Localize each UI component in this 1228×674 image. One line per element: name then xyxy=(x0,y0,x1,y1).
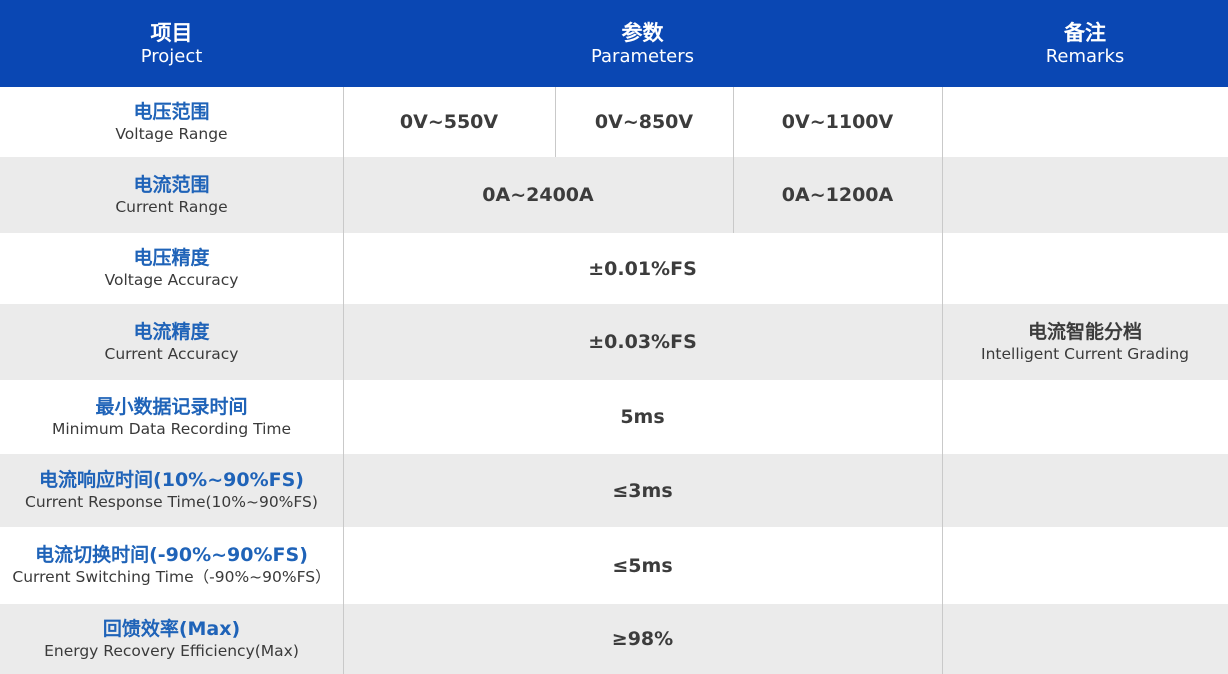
value-text: 0V~550V xyxy=(399,111,499,133)
value-cell: 0V~550V xyxy=(343,87,555,157)
column-divider xyxy=(343,87,344,674)
row-label: 电压精度 Voltage Accuracy xyxy=(0,233,343,304)
table-row-voltage-range: 电压范围 Voltage Range 0V~550V 0V~850V 0V~11… xyxy=(0,87,1228,157)
value-cell: ≥98% xyxy=(343,604,942,674)
column-divider xyxy=(733,87,734,233)
row-label-cn: 电流响应时间(10%~90%FS) xyxy=(39,469,304,491)
remark-cn: 电流智能分档 xyxy=(1027,320,1142,343)
header-remarks: 备注 Remarks xyxy=(942,0,1228,87)
header-project-en: Project xyxy=(140,45,203,67)
row-label-cn: 电压范围 xyxy=(133,100,210,123)
header-project-cn: 项目 xyxy=(150,20,193,45)
row-label-cn: 电流精度 xyxy=(133,320,210,343)
row-label-en: Current Accuracy xyxy=(104,344,239,363)
value-text: 5ms xyxy=(620,406,665,428)
column-divider xyxy=(555,87,556,157)
row-label-cn: 电流切换时间(-90%~90%FS) xyxy=(35,544,308,566)
row-label-en: Current Range xyxy=(115,197,228,216)
header-parameters-cn: 参数 xyxy=(621,20,664,45)
row-label-en: Minimum Data Recording Time xyxy=(51,419,292,438)
value-text: 0V~1100V xyxy=(781,111,894,133)
value-cell: 0A~2400A xyxy=(343,157,733,233)
value-text: ≤5ms xyxy=(612,554,673,577)
value-text: 0A~1200A xyxy=(781,184,894,206)
row-label-en: Voltage Range xyxy=(115,124,228,143)
value-cell: ±0.03%FS xyxy=(343,304,942,380)
row-label-en: Current Response Time(10%~90%FS) xyxy=(25,493,318,511)
column-divider xyxy=(942,87,943,674)
header-remarks-cn: 备注 xyxy=(1064,20,1106,45)
value-text: ≤3ms xyxy=(612,479,673,502)
row-label: 电流精度 Current Accuracy xyxy=(0,304,343,380)
value-cell: ≤3ms xyxy=(343,454,942,527)
table-row-current-switching-time: 电流切换时间(-90%~90%FS) Current Switching Tim… xyxy=(0,527,1228,604)
row-label: 电压范围 Voltage Range xyxy=(0,87,343,157)
remark-cell: 电流智能分档 Intelligent Current Grading xyxy=(942,304,1228,380)
remark-en: Intelligent Current Grading xyxy=(981,344,1189,363)
value-cell: 0A~1200A xyxy=(733,157,942,233)
header-remarks-en: Remarks xyxy=(1045,45,1125,67)
row-label-cn: 最小数据记录时间 xyxy=(95,395,248,418)
row-label: 电流范围 Current Range xyxy=(0,157,343,233)
value-text: 0V~850V xyxy=(594,111,694,133)
row-label-en: Voltage Accuracy xyxy=(104,271,239,289)
header-project: 项目 Project xyxy=(0,0,343,87)
row-label-cn: 回馈效率(Max) xyxy=(102,617,241,640)
row-label-cn: 电流范围 xyxy=(133,173,210,196)
value-cell: 0V~850V xyxy=(555,87,733,157)
row-label: 电流切换时间(-90%~90%FS) Current Switching Tim… xyxy=(0,527,343,604)
spec-table: 项目 Project 参数 Parameters 备注 Remarks 电压范围… xyxy=(0,0,1228,674)
header-parameters-en: Parameters xyxy=(590,45,695,67)
table-row-current-accuracy: 电流精度 Current Accuracy ±0.03%FS 电流智能分档 In… xyxy=(0,304,1228,380)
row-label: 电流响应时间(10%~90%FS) Current Response Time(… xyxy=(0,454,343,527)
value-text: 0A~2400A xyxy=(482,184,594,206)
value-text: ±0.01%FS xyxy=(588,257,697,280)
value-cell: 5ms xyxy=(343,380,942,454)
table-row-min-recording-time: 最小数据记录时间 Minimum Data Recording Time 5ms xyxy=(0,380,1228,454)
row-label-en: Current Switching Time（-90%~90%FS） xyxy=(12,568,331,586)
value-text: ±0.03%FS xyxy=(588,331,697,353)
header-parameters: 参数 Parameters xyxy=(343,0,942,87)
table-row-energy-recovery-efficiency: 回馈效率(Max) Energy Recovery Efficiency(Max… xyxy=(0,604,1228,674)
table-row-voltage-accuracy: 电压精度 Voltage Accuracy ±0.01%FS xyxy=(0,233,1228,304)
value-text: ≥98% xyxy=(611,628,674,650)
table-row-current-response-time: 电流响应时间(10%~90%FS) Current Response Time(… xyxy=(0,454,1228,527)
row-label: 最小数据记录时间 Minimum Data Recording Time xyxy=(0,380,343,454)
row-label-en: Energy Recovery Efficiency(Max) xyxy=(44,641,299,660)
value-cell: ±0.01%FS xyxy=(343,233,942,304)
row-label-cn: 电压精度 xyxy=(133,247,210,269)
table-row-current-range: 电流范围 Current Range 0A~2400A 0A~1200A xyxy=(0,157,1228,233)
row-label: 回馈效率(Max) Energy Recovery Efficiency(Max… xyxy=(0,604,343,674)
value-cell: 0V~1100V xyxy=(733,87,942,157)
table-header: 项目 Project 参数 Parameters 备注 Remarks xyxy=(0,0,1228,87)
value-cell: ≤5ms xyxy=(343,527,942,604)
